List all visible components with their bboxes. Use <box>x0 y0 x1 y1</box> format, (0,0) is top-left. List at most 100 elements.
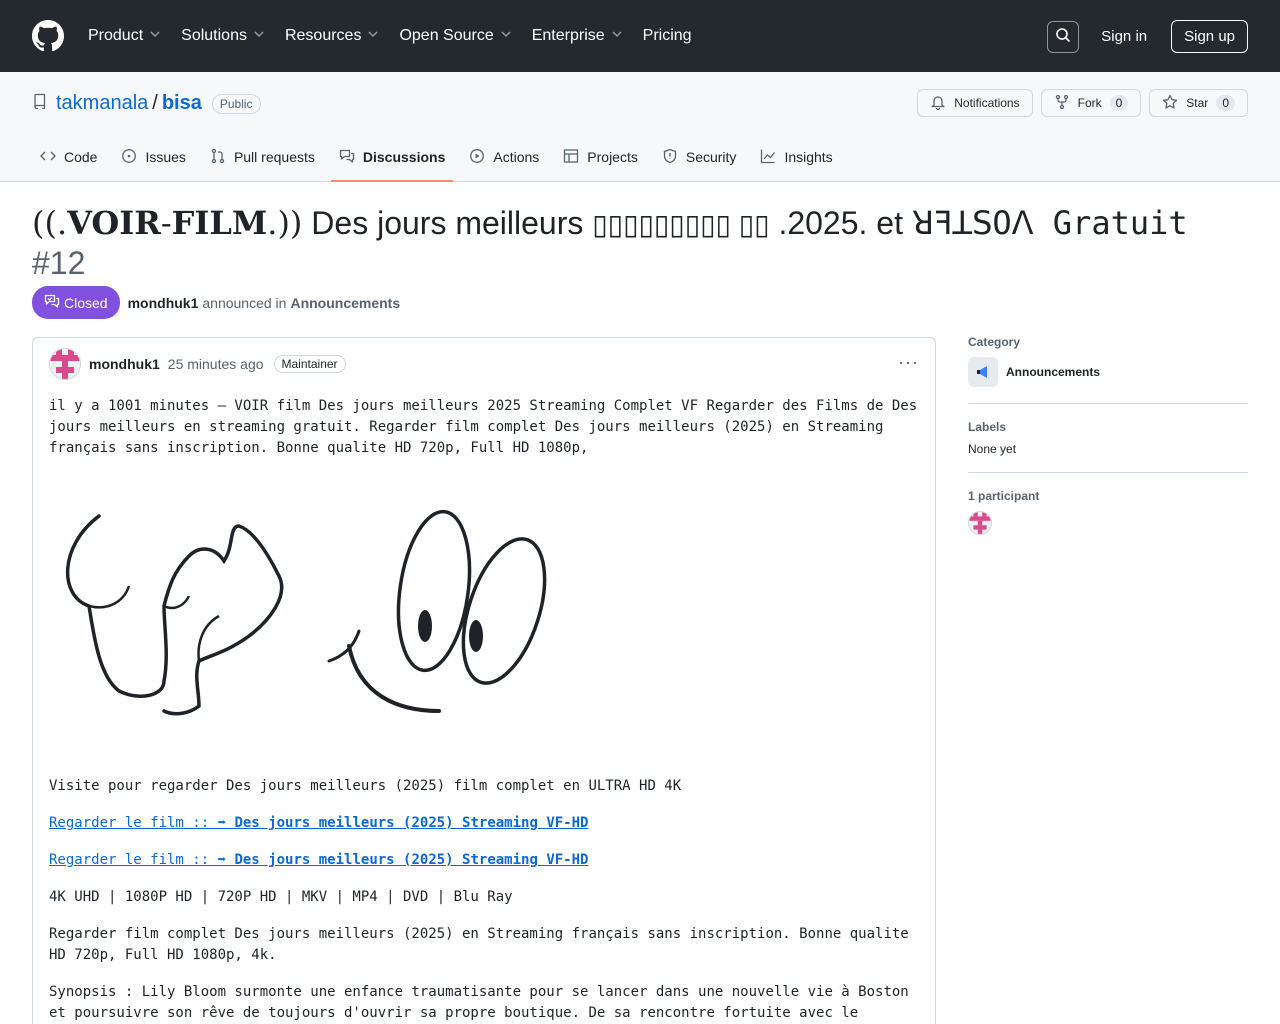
title-film: FILM <box>171 204 268 242</box>
comment-body-rest: Visite pour regarder Des jours meilleurs… <box>49 776 919 1024</box>
tab-issues-label: Issues <box>145 149 186 165</box>
labels-heading: Labels <box>968 420 1007 434</box>
nav-pricing-label: Pricing <box>642 27 692 44</box>
nav-pricing[interactable]: Pricing <box>643 27 692 45</box>
title-glyph-boxes: ▯▯▯▯▯▯▯▯▯ ▯▯ <box>592 209 770 240</box>
fork-icon <box>1054 94 1078 113</box>
cartoon-hand-face-image <box>66 509 547 716</box>
fork-count: 0 <box>1109 95 1129 111</box>
graph-icon <box>760 148 784 167</box>
title-dash: - <box>160 204 172 242</box>
search-button[interactable] <box>1047 20 1080 53</box>
search-icon <box>1055 27 1071 46</box>
issue-icon <box>121 148 145 167</box>
nav-solutions-label: Solutions <box>181 27 247 44</box>
avatar[interactable] <box>49 348 81 380</box>
tab-actions-label: Actions <box>493 149 540 165</box>
title-main: Des jours meilleurs <box>311 205 584 241</box>
nav-open-source-label: Open Source <box>399 27 494 44</box>
synopsis-paragraph: Synopsis : Lily Bloom surmonte une enfan… <box>49 984 909 1021</box>
notifications-label: Notifications <box>954 96 1020 110</box>
tab-discussions[interactable]: Discussions <box>330 133 454 182</box>
tab-security[interactable]: Security <box>654 133 745 181</box>
megaphone-icon <box>968 357 998 387</box>
repo-name-link[interactable]: bisa <box>162 92 202 115</box>
tab-code[interactable]: Code <box>32 133 105 181</box>
stream-link-prefix: Regarder le film :: ➡ <box>49 852 227 868</box>
participants-heading: 1 participant <box>968 489 1040 503</box>
tab-discussions-label: Discussions <box>362 149 446 165</box>
tab-pull-requests[interactable]: Pull requests <box>202 133 323 181</box>
fork-button[interactable]: Fork 0 <box>1040 89 1142 117</box>
comment-timestamp[interactable]: 25 minutes ago <box>168 356 264 372</box>
repo-icon <box>32 92 48 115</box>
stream-link-2[interactable]: Regarder le film :: ➡ Des jours meilleur… <box>49 852 588 868</box>
discussion-meta: Closed mondhuk1 announced in Announcemen… <box>32 286 400 319</box>
comment-paragraph-intro: il y a 1001 minutes — VOIR film Des jour… <box>49 398 918 456</box>
play-icon <box>469 148 493 167</box>
repo-title: takmanala / bisa Public <box>32 92 261 115</box>
repo-owner-link[interactable]: takmanala <box>56 92 148 115</box>
table-icon <box>563 148 587 167</box>
discussion-number: #12 <box>32 245 86 281</box>
sign-up-button[interactable]: Sign up <box>1171 20 1248 53</box>
nav-open-source[interactable]: Open Source <box>399 27 511 45</box>
nav-enterprise-label: Enterprise <box>531 27 605 44</box>
repo-tabs: Code Issues Pull requests Discussions Ac… <box>32 133 849 182</box>
nav-enterprise[interactable]: Enterprise <box>532 27 623 45</box>
category-item[interactable]: Announcements <box>968 357 1248 387</box>
stream-link-1[interactable]: Regarder le film :: ➡ Des jours meilleur… <box>49 815 588 831</box>
title-voir: VOIR <box>67 204 161 242</box>
status-badge-label: Closed <box>64 294 108 311</box>
github-logo-icon[interactable] <box>32 20 64 52</box>
category-link[interactable]: Announcements <box>290 295 400 311</box>
category-value: Announcements <box>1006 365 1101 379</box>
sidebar-labels: Labels None yet <box>968 420 1248 473</box>
nav-product-label: Product <box>88 27 144 44</box>
tab-actions[interactable]: Actions <box>461 133 547 181</box>
avatar[interactable] <box>968 511 992 535</box>
sidebar-category: Category Announcements <box>968 335 1248 404</box>
title-vostfr: ꓤꟻꓕꓢOꓥ Gratuit <box>911 204 1188 242</box>
stream-link-title: Des jours meilleurs (2025) Streaming VF-… <box>234 852 589 868</box>
regarder-paragraph: Regarder film complet Des jours meilleur… <box>49 926 909 963</box>
status-badge: Closed <box>32 286 120 319</box>
tab-insights[interactable]: Insights <box>752 133 840 181</box>
maintainer-badge: Maintainer <box>273 355 346 373</box>
discussion-comment: mondhuk1 25 minutes ago Maintainer ··· i… <box>32 337 936 1024</box>
comment-header: mondhuk1 25 minutes ago Maintainer ··· <box>49 348 919 380</box>
nav-resources[interactable]: Resources <box>285 27 379 45</box>
tab-issues[interactable]: Issues <box>113 133 193 181</box>
nav-product[interactable]: Product <box>88 27 161 45</box>
star-icon <box>1162 94 1186 113</box>
discussion-sidebar: Category Announcements Labels None yet 1… <box>968 335 1248 535</box>
tab-insights-label: Insights <box>784 149 833 165</box>
bell-icon <box>930 94 954 113</box>
nav-solutions[interactable]: Solutions <box>181 27 265 45</box>
chevron-down-icon <box>367 27 379 45</box>
visibility-badge: Public <box>211 93 261 114</box>
star-label: Star <box>1186 96 1209 110</box>
repo-actions: Notifications Fork 0 Star 0 <box>909 89 1248 117</box>
stream-link-title: Des jours meilleurs (2025) Streaming VF-… <box>234 815 589 831</box>
header-actions: Sign in Sign up <box>1047 20 1248 53</box>
identicon-icon <box>969 512 991 534</box>
star-button[interactable]: Star 0 <box>1149 89 1248 117</box>
comment-author-link[interactable]: mondhuk1 <box>89 356 160 372</box>
discussion-author-link[interactable]: mondhuk1 <box>128 295 199 311</box>
stream-link-paragraph: Regarder le film :: ➡ Des jours meilleur… <box>49 850 919 871</box>
title-close: .)) <box>267 204 303 242</box>
stream-link-paragraph: Regarder le film :: ➡ Des jours meilleur… <box>49 813 919 834</box>
kebab-menu-icon[interactable]: ··· <box>898 352 919 373</box>
tab-projects[interactable]: Projects <box>555 133 646 181</box>
stream-link-prefix: Regarder le film :: ➡ <box>49 815 227 831</box>
sign-in-link[interactable]: Sign in <box>1101 28 1147 45</box>
tab-pull-requests-label: Pull requests <box>233 149 315 165</box>
announced-text: announced in <box>202 294 287 311</box>
chevron-down-icon <box>611 27 623 45</box>
notifications-button[interactable]: Notifications <box>917 89 1033 117</box>
tab-code-label: Code <box>64 149 98 165</box>
title-year: .2025. et <box>778 205 903 241</box>
tab-security-label: Security <box>685 149 737 165</box>
discussion-icon <box>339 148 363 167</box>
